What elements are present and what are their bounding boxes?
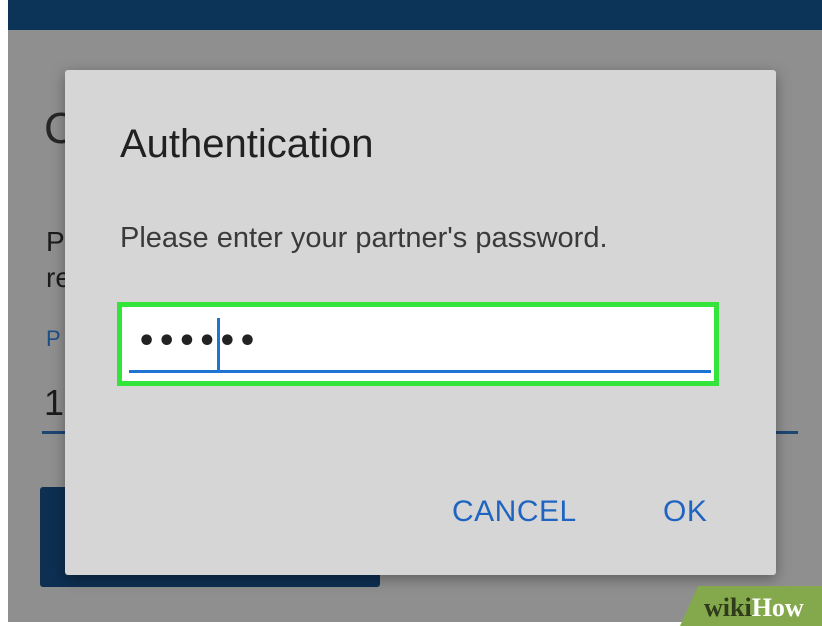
watermark-logo: wikiHow [704, 593, 804, 623]
background-text-line-1: P [46, 226, 65, 257]
ok-button[interactable]: OK [653, 482, 717, 542]
background-field-label: P [46, 326, 61, 351]
background-field-value: 1 [44, 382, 65, 423]
watermark-wiki-text: wiki [704, 593, 752, 622]
dialog-message: Please enter your partner's password. [120, 222, 608, 254]
password-field-underline [129, 370, 711, 373]
watermark-how-text: How [751, 593, 804, 622]
cancel-button[interactable]: CANCEL [442, 482, 587, 542]
authentication-dialog: Authentication Please enter your partner… [65, 70, 776, 575]
app-top-bar [8, 0, 822, 30]
dialog-title: Authentication [120, 122, 374, 166]
app-screen: C P re P 1 Authentication Please enter y… [8, 0, 822, 622]
text-cursor [217, 318, 220, 370]
